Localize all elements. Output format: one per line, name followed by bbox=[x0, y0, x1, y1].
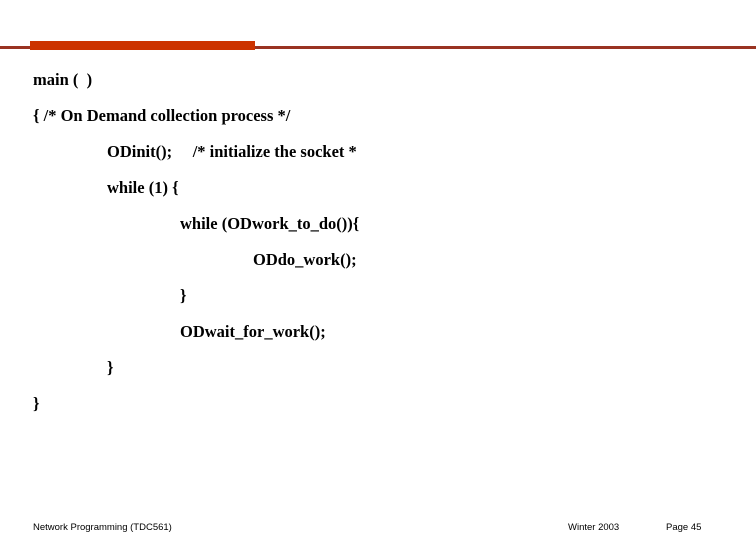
code-line: } bbox=[33, 394, 40, 413]
code-line: ODwait_for_work(); bbox=[180, 322, 326, 341]
header-accent-bar bbox=[30, 41, 255, 50]
code-line: ODdo_work(); bbox=[253, 250, 357, 269]
slide-canvas: main ( ) { /* On Demand collection proce… bbox=[0, 0, 756, 540]
footer-course-label: Network Programming (TDC561) bbox=[33, 522, 172, 533]
code-line: { /* On Demand collection process */ bbox=[33, 106, 291, 125]
slide-footer: Network Programming (TDC561) Winter 2003… bbox=[0, 519, 756, 540]
code-line: while (1) { bbox=[107, 178, 179, 197]
code-listing: main ( ) { /* On Demand collection proce… bbox=[0, 62, 756, 422]
footer-page-number: Page 45 bbox=[666, 522, 702, 533]
code-line: ODinit(); /* initialize the socket * bbox=[107, 142, 357, 161]
code-line: main ( ) bbox=[33, 70, 93, 89]
footer-term-label: Winter 2003 bbox=[568, 522, 620, 533]
code-line: } bbox=[107, 358, 114, 377]
code-line: while (ODwork_to_do()){ bbox=[180, 214, 360, 233]
code-line: } bbox=[180, 286, 187, 305]
